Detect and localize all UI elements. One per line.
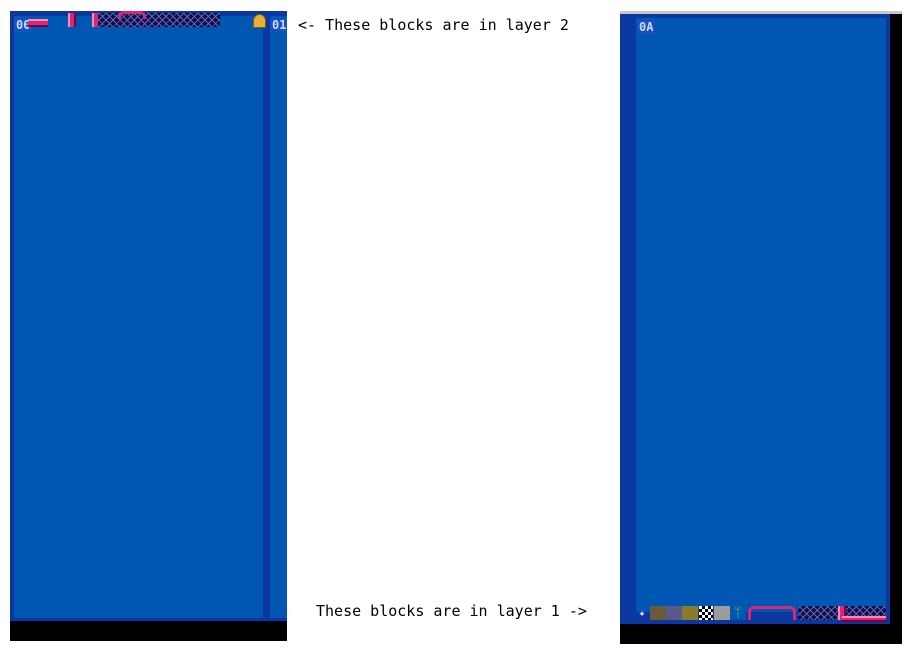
screen-01-area[interactable]: [270, 16, 287, 618]
left-bottom-strip: [10, 621, 287, 641]
layer2-annotation: <- These blocks are in layer 2: [298, 16, 569, 34]
checker-block-icon[interactable]: [699, 606, 713, 620]
pipe-arch-icon[interactable]: [118, 11, 146, 19]
pipe-corner-icon[interactable]: [842, 616, 886, 622]
pipe-vertical-icon[interactable]: [68, 13, 76, 27]
dirt-block-icon[interactable]: [650, 606, 666, 620]
door-icon[interactable]: [253, 14, 266, 28]
layer1-annotation: These blocks are in layer 1 ->: [316, 602, 587, 620]
screen-0a-area[interactable]: [636, 18, 886, 612]
stone-block-icon[interactable]: [666, 606, 682, 620]
screen-id-label: 01: [270, 18, 287, 32]
right-side-strip: [890, 14, 902, 624]
right-bottom-strip: [620, 624, 902, 644]
left-editor-panel[interactable]: 00 01: [10, 11, 287, 621]
screen-id-label: 0A: [637, 20, 656, 34]
right-editor-panel[interactable]: 0A ✦ ᛘ: [620, 14, 890, 624]
pipe-corner-icon[interactable]: [28, 19, 48, 27]
gray-block-icon[interactable]: [714, 606, 730, 620]
pipe-arch-icon[interactable]: [748, 606, 796, 620]
grid-block-icon[interactable]: [98, 13, 220, 27]
plant-icon[interactable]: ᛘ: [730, 606, 746, 620]
screen-00-area[interactable]: [14, 16, 263, 618]
gem-icon[interactable]: ✦: [634, 606, 650, 620]
olive-block-icon[interactable]: [682, 606, 698, 620]
